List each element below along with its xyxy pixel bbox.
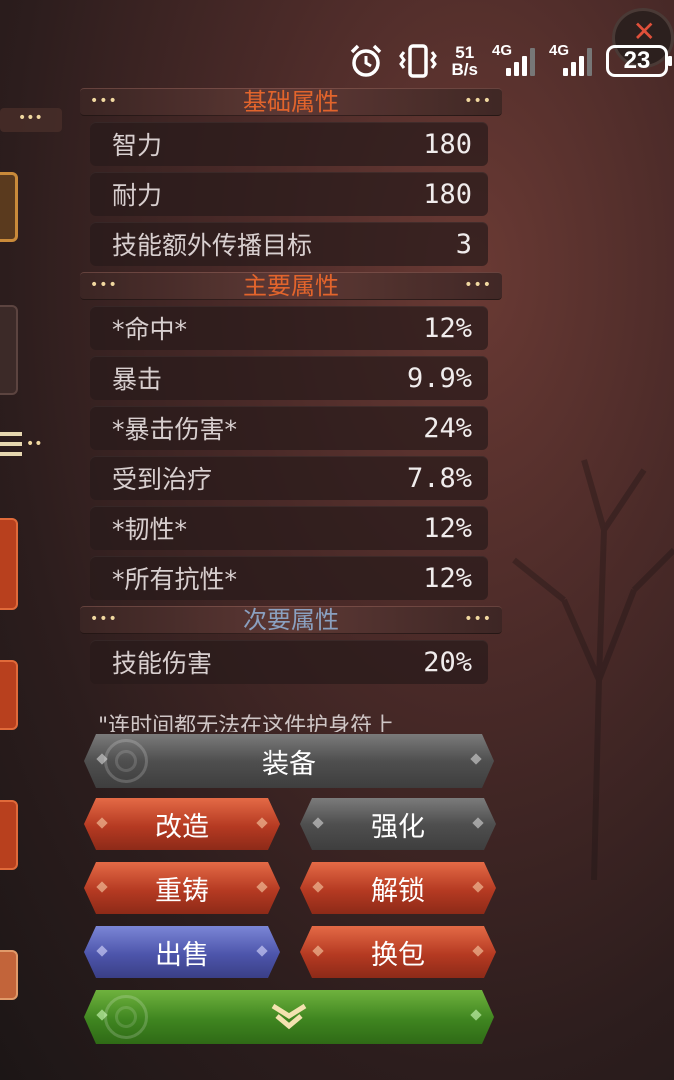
stat-value: 12% xyxy=(423,562,472,594)
dots-icon: ••• xyxy=(90,93,118,109)
left-panel-header: ••• xyxy=(0,108,62,132)
signal-icon-2: 4G xyxy=(549,42,592,76)
alarm-icon xyxy=(348,43,384,79)
stat-row: *命中* 12% xyxy=(90,306,488,350)
stat-value: 180 xyxy=(423,128,472,160)
vibrate-icon xyxy=(398,43,438,79)
stat-value: 3 xyxy=(455,228,472,260)
sell-button-label: 出售 xyxy=(155,939,209,971)
net-speed: 51 B/s xyxy=(452,44,478,78)
stat-value: 7.8% xyxy=(406,462,472,494)
recast-button-label: 重铸 xyxy=(155,875,209,907)
stat-name: 技能伤害 xyxy=(112,649,213,678)
enhance-button-label: 强化 xyxy=(371,811,425,843)
dots-icon: ••• xyxy=(464,93,492,109)
dots-icon: ••• xyxy=(90,277,118,293)
section-header-main: ••• 主要属性 ••• xyxy=(80,272,502,300)
stat-name: *暴击伤害* xyxy=(112,415,238,444)
stat-row: 暴击 9.9% xyxy=(90,356,488,400)
section-title: 次要属性 xyxy=(243,606,339,634)
background-tree-silhouette xyxy=(512,459,674,880)
unlock-button[interactable]: 解锁 xyxy=(300,862,496,914)
net-speed-value: 51 xyxy=(455,43,475,62)
dots-icon: ••• xyxy=(464,277,492,293)
stat-name: *韧性* xyxy=(112,515,188,544)
stat-name: 耐力 xyxy=(112,181,163,210)
left-slot-2[interactable] xyxy=(0,305,18,395)
emblem-icon xyxy=(104,995,148,1039)
recast-button[interactable]: 重铸 xyxy=(84,862,280,914)
left-side-panel: ••• •• xyxy=(0,0,70,1080)
flavor-text: "连时间都无法在这件护身符上 xyxy=(98,714,395,732)
emblem-icon xyxy=(104,739,148,783)
stat-row: *暴击伤害* 24% xyxy=(90,406,488,450)
net-speed-unit: B/s xyxy=(451,60,478,79)
stat-value: 20% xyxy=(423,646,472,678)
stat-name: 受到治疗 xyxy=(112,465,213,494)
stat-row: 技能伤害 20% xyxy=(90,640,488,684)
enhance-button[interactable]: 强化 xyxy=(300,798,496,850)
signal-icon: 4G xyxy=(492,42,535,76)
section-header-secondary: ••• 次要属性 ••• xyxy=(80,606,502,634)
stat-name: *命中* xyxy=(112,315,188,344)
dots-icon: ••• xyxy=(18,110,43,126)
reforge-button[interactable]: 改造 xyxy=(84,798,280,850)
stat-name: 技能额外传播目标 xyxy=(112,231,313,260)
equip-button[interactable]: 装备 xyxy=(84,734,494,788)
menu-icon[interactable]: •• xyxy=(0,430,62,460)
sim2-label: 4G xyxy=(549,42,570,59)
stat-value: 12% xyxy=(423,512,472,544)
stat-value: 24% xyxy=(423,412,472,444)
stat-row: *所有抗性* 12% xyxy=(90,556,488,600)
left-slot-3[interactable] xyxy=(0,518,18,610)
section-header-basic: ••• 基础属性 ••• xyxy=(80,88,502,116)
dots-icon: ••• xyxy=(90,611,118,627)
stat-value: 12% xyxy=(423,312,472,344)
sim1-label: 4G xyxy=(492,42,513,59)
swap-bag-button[interactable]: 换包 xyxy=(300,926,496,978)
left-slot-5[interactable] xyxy=(0,800,18,870)
stat-row: 耐力 180 xyxy=(90,172,488,216)
status-bar: 51 B/s 4G 4G 23 xyxy=(348,36,672,86)
reforge-button-label: 改造 xyxy=(155,811,209,843)
left-slot-6[interactable] xyxy=(0,950,18,1000)
equip-button-label: 装备 xyxy=(262,748,316,780)
stat-row: 受到治疗 7.8% xyxy=(90,456,488,500)
left-slot-1[interactable] xyxy=(0,172,18,242)
left-slot-4[interactable] xyxy=(0,660,18,730)
stat-name: 暴击 xyxy=(112,365,163,394)
section-title: 基础属性 xyxy=(243,88,339,116)
stat-value: 180 xyxy=(423,178,472,210)
stats-panel: ••• 基础属性 ••• 智力 180 耐力 180 技能额外传播目标 3 ••• 主… xyxy=(80,88,502,690)
chevron-down-icon xyxy=(269,1002,309,1032)
stat-value: 9.9% xyxy=(406,362,472,394)
expand-button[interactable] xyxy=(84,990,494,1044)
section-title: 主要属性 xyxy=(243,272,339,300)
dots-icon: ••• xyxy=(464,611,492,627)
stat-name: *所有抗性* xyxy=(112,565,238,594)
swap-bag-button-label: 换包 xyxy=(371,939,425,971)
stat-row: 技能额外传播目标 3 xyxy=(90,222,488,266)
battery-level: 23 xyxy=(623,47,651,74)
battery-icon: 23 xyxy=(606,45,672,77)
stat-row: 智力 180 xyxy=(90,122,488,166)
sell-button[interactable]: 出售 xyxy=(84,926,280,978)
stat-name: 智力 xyxy=(112,131,163,160)
unlock-button-label: 解锁 xyxy=(371,875,425,907)
stat-row: *韧性* 12% xyxy=(90,506,488,550)
